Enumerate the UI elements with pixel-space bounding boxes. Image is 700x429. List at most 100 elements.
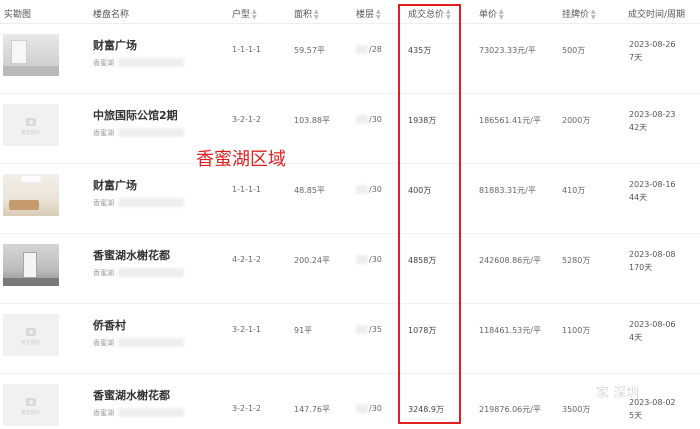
community-name[interactable]: 中旅国际公馆2期 [93, 107, 178, 123]
layout-value: 4-2-1-2 [232, 255, 262, 264]
table-row[interactable]: 暂无图片 中旅国际公馆2期 香蜜湖 3-2-1-2 103.88平 /30 19… [0, 94, 700, 164]
layout-value: 3-2-1-2 [232, 404, 262, 413]
region-annotation: 香蜜湖区域 [196, 149, 286, 170]
column-header-area-label: 面积 [294, 10, 313, 20]
listing-photo-placeholder[interactable]: 暂无图片 [3, 314, 59, 356]
deal-date: 2023-08-23 [629, 110, 676, 119]
community-name[interactable]: 财富广场 [93, 37, 137, 53]
column-header-total-price-label: 成交总价 [408, 10, 445, 20]
blurred-address [118, 198, 184, 207]
list-price-value: 2000万 [562, 116, 591, 125]
deal-cycle: 42天 [629, 123, 648, 132]
deal-cycle: 44天 [629, 193, 648, 202]
deal-date: 2023-08-08 [629, 250, 676, 259]
area-value: 103.88平 [294, 116, 330, 125]
district-label: 香蜜湖 [93, 339, 114, 347]
table-row[interactable]: 香蜜湖水榭花都 香蜜湖 4-2-1-2 200.24平 /30 4858万 24… [0, 234, 700, 304]
layout-value: 3-2-1-1 [232, 325, 262, 334]
listing-photo[interactable] [3, 244, 59, 286]
unit-price-value: 81883.31元/平 [479, 186, 536, 195]
table-row[interactable]: 暂无图片 侨香村 香蜜湖 3-2-1-1 91平 /35 1078万 11846… [0, 304, 700, 374]
area-value: 200.24平 [294, 256, 330, 265]
district-label: 香蜜湖 [93, 269, 114, 277]
deal-cycle: 170天 [629, 263, 653, 272]
list-price-value: 3500万 [562, 405, 591, 414]
deal-cycle: 5天 [629, 411, 643, 420]
column-header-name: 楼盘名称 [93, 10, 130, 20]
layout-value: 3-2-1-2 [232, 115, 262, 124]
unit-price-value: 242608.86元/平 [479, 256, 541, 265]
community-name[interactable]: 侨香村 [93, 317, 126, 333]
district-label: 香蜜湖 [93, 409, 114, 417]
area-value: 59.57平 [294, 46, 325, 55]
watermark: 家 深圳 [596, 386, 640, 401]
district-label: 香蜜湖 [93, 129, 114, 137]
community-name[interactable]: 香蜜湖水榭花都 [93, 247, 170, 263]
table-row[interactable]: 暂无图片 香蜜湖水榭花都 香蜜湖 3-2-1-2 147.76平 /30 324… [0, 374, 700, 429]
column-header-floor-label: 楼层 [356, 10, 375, 20]
camera-icon [26, 328, 36, 336]
floor-value: /30 [369, 185, 382, 194]
blurred-floor [356, 45, 368, 54]
blurred-address [118, 338, 184, 347]
listing-photo[interactable] [3, 174, 59, 216]
placeholder-text: 暂无图片 [20, 130, 41, 136]
sort-icon[interactable]: ▲ ▼ [376, 8, 381, 21]
column-header-area[interactable]: 面积 ▲ ▼ [294, 7, 319, 21]
deal-date: 2023-08-26 [629, 40, 676, 49]
blurred-floor [356, 255, 368, 264]
community-name[interactable]: 香蜜湖水榭花都 [93, 387, 170, 403]
table-row[interactable]: 财富广场 香蜜湖 1-1-1-1 48.85平 /30 400万 81883.3… [0, 164, 700, 234]
blurred-address [118, 128, 184, 137]
deal-date: 2023-08-06 [629, 320, 676, 329]
floor-value: /35 [369, 325, 382, 334]
listing-photo[interactable] [3, 34, 59, 76]
column-header-floor[interactable]: 楼层 ▲ ▼ [356, 7, 381, 21]
area-value: 48.85平 [294, 186, 325, 195]
column-header-unit-price-label: 单价 [479, 10, 498, 20]
deal-date: 2023-08-16 [629, 180, 676, 189]
total-price-value: 400万 [408, 186, 432, 195]
sort-icon[interactable]: ▲ ▼ [591, 8, 596, 21]
listing-photo-placeholder[interactable]: 暂无图片 [3, 384, 59, 426]
blurred-address [118, 58, 184, 67]
deal-time: 2023-08-08 170天 [629, 248, 676, 274]
sort-icon[interactable]: ▲ ▼ [252, 8, 257, 21]
column-header-unit-price[interactable]: 单价 ▲ ▼ [479, 7, 504, 21]
deal-cycle: 4天 [629, 333, 643, 342]
total-price-value: 1938万 [408, 116, 437, 125]
column-header-list-price-label: 挂牌价 [562, 10, 590, 20]
unit-price-value: 73023.33元/平 [479, 46, 536, 55]
camera-icon [26, 398, 36, 406]
community-name[interactable]: 财富广场 [93, 177, 137, 193]
column-header-photo: 实勘图 [4, 10, 32, 20]
column-header-layout[interactable]: 户型 ▲ ▼ [232, 7, 257, 21]
floor-value: /30 [369, 115, 382, 124]
blurred-address [118, 408, 184, 417]
sort-icon[interactable]: ▲ ▼ [314, 8, 319, 21]
blurred-address [118, 268, 184, 277]
floor-value: /30 [369, 404, 382, 413]
blurred-floor [356, 185, 368, 194]
unit-price-value: 118461.53元/平 [479, 326, 541, 335]
listing-photo-placeholder[interactable]: 暂无图片 [3, 104, 59, 146]
unit-price-value: 219876.06元/平 [479, 405, 541, 414]
total-price-value: 3248.9万 [408, 405, 444, 414]
sort-icon[interactable]: ▲ ▼ [499, 8, 504, 21]
area-value: 147.76平 [294, 405, 330, 414]
placeholder-text: 暂无图片 [20, 340, 41, 346]
blurred-floor [356, 325, 368, 334]
area-value: 91平 [294, 326, 313, 335]
total-price-value: 1078万 [408, 326, 437, 335]
sort-icon[interactable]: ▲ ▼ [446, 8, 451, 21]
list-price-value: 5280万 [562, 256, 591, 265]
unit-price-value: 186561.41元/平 [479, 116, 541, 125]
deal-cycle: 7天 [629, 53, 643, 62]
blurred-floor [356, 404, 368, 413]
layout-value: 1-1-1-1 [232, 185, 262, 194]
floor-value: /30 [369, 255, 382, 264]
deal-time: 2023-08-26 7天 [629, 38, 676, 64]
column-header-total-price[interactable]: 成交总价 ▲ ▼ [408, 7, 451, 21]
table-row[interactable]: 财富广场 香蜜湖 1-1-1-1 59.57平 /28 435万 73023.3… [0, 24, 700, 94]
column-header-list-price[interactable]: 挂牌价 ▲ ▼ [562, 7, 596, 21]
